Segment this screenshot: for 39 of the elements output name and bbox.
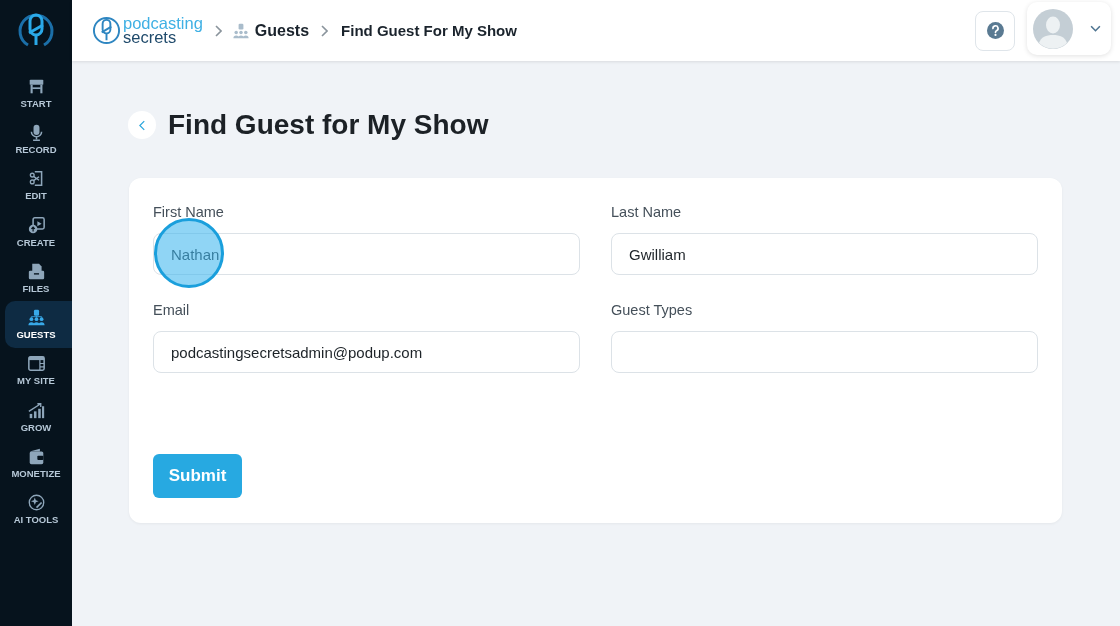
page-title: Find Guest for My Show <box>168 109 489 141</box>
people-icon <box>27 309 45 327</box>
breadcrumb-current: Find Guest For My Show <box>341 22 517 39</box>
help-button[interactable] <box>975 10 1015 51</box>
sidebar-item[interactable]: START <box>5 70 72 117</box>
field-label: Last Name <box>611 203 683 221</box>
podcast-logo-icon[interactable] <box>92 16 121 45</box>
sidebar-item[interactable]: MY SITE <box>5 347 72 395</box>
help-icon <box>986 22 1004 39</box>
browser-window-icon <box>27 355 45 373</box>
sparkle-icon <box>27 494 45 512</box>
play-tile-icon <box>27 216 45 234</box>
chevron-left-icon <box>138 119 146 131</box>
logo-text: podcasting <box>123 15 203 30</box>
sidebar-item[interactable]: GROW <box>5 394 72 441</box>
sidebar-item[interactable]: MONETIZE <box>5 440 72 487</box>
bar-chart-icon <box>27 401 45 419</box>
field-label: Email <box>153 301 191 319</box>
field-label: Guest Types <box>611 301 694 319</box>
sidebar-item[interactable]: CREATE <box>5 208 72 256</box>
input-field[interactable]: podcastingsecretsadmin@podup.com <box>153 331 580 373</box>
breadcrumb-link[interactable]: Guests <box>254 21 310 40</box>
sidebar-item[interactable]: RECORD <box>5 116 72 163</box>
caret-icon <box>1090 25 1101 32</box>
document-scissors-icon <box>27 170 45 188</box>
people-icon <box>232 22 249 39</box>
chevron-right-icon <box>213 24 222 37</box>
input-field[interactable]: Gwilliam <box>611 233 1038 275</box>
banner-icon <box>27 77 45 95</box>
sidebar-item[interactable]: GUESTS <box>5 301 72 348</box>
folder-icon <box>27 262 45 280</box>
sidebar-item[interactable]: FILES <box>5 255 72 302</box>
sidebar-item[interactable]: AI TOOLS <box>5 486 72 533</box>
avatar-icon <box>1033 8 1073 49</box>
sidebar-item[interactable]: EDIT <box>5 162 72 209</box>
wallet-icon <box>27 448 45 465</box>
input-field[interactable] <box>611 331 1038 373</box>
chevron-right-icon <box>320 24 329 37</box>
field-label: First Name <box>153 203 225 221</box>
